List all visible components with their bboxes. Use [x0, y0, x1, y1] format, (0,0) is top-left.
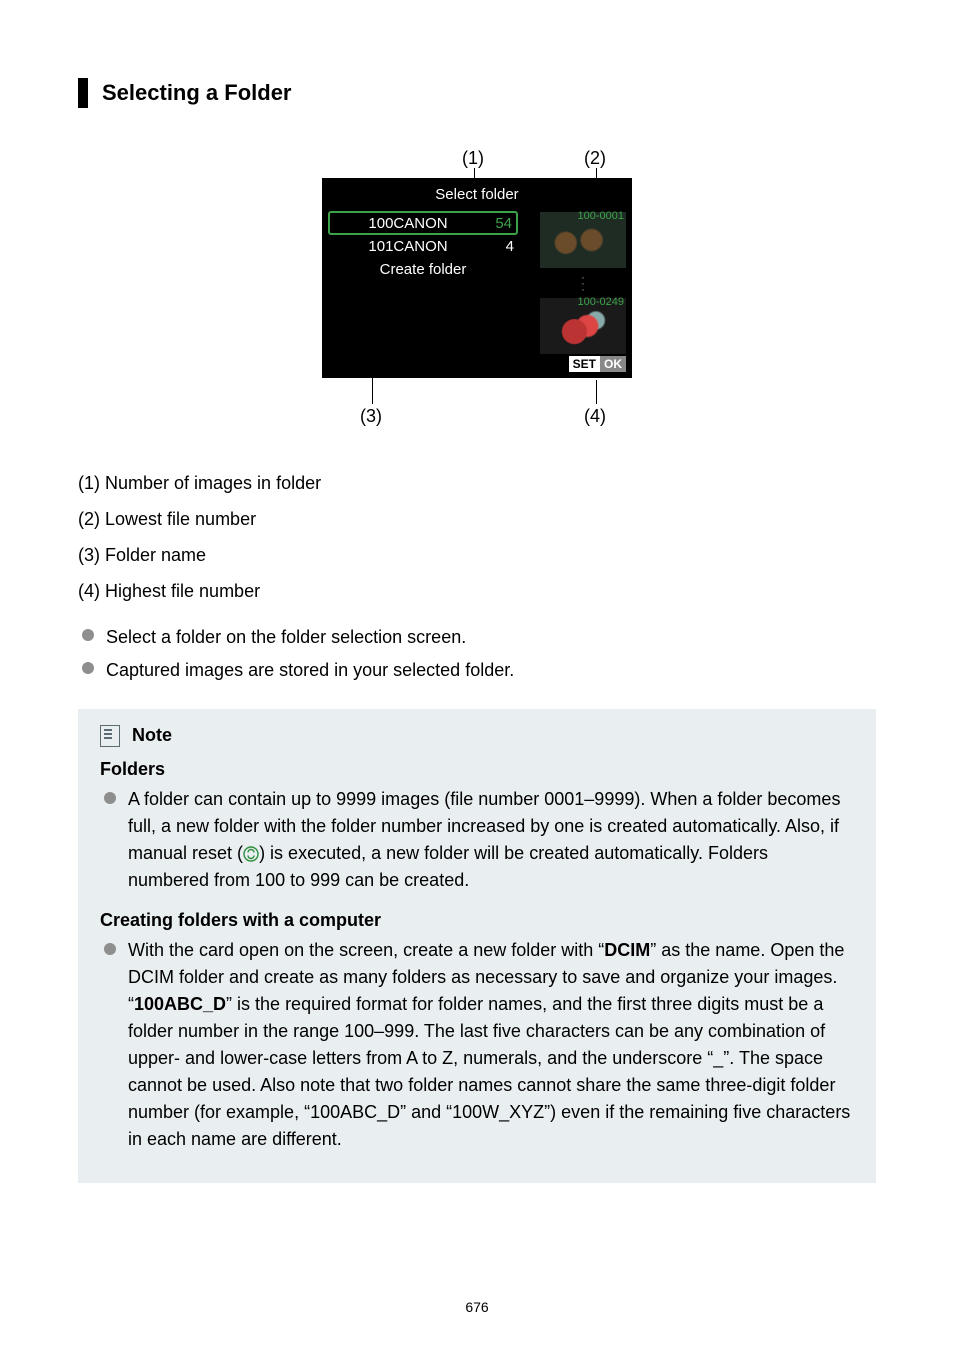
section-heading-bar: Selecting a Folder	[78, 78, 876, 108]
pointer-line-3	[372, 264, 373, 404]
pointer-line-4	[596, 380, 597, 404]
thumbnail-separator: ···	[540, 274, 626, 292]
note-folders-paragraph: A folder can contain up to 9999 images (…	[128, 786, 854, 894]
note-title: Note	[132, 725, 172, 746]
note-creating-paragraph: With the card open on the screen, create…	[128, 937, 854, 1153]
text-fragment: ” is the required format for folder name…	[128, 994, 850, 1149]
pointer-label-2: (2)	[584, 148, 606, 169]
folder-count: 4	[484, 238, 514, 255]
pointer-label-4: (4)	[584, 406, 606, 427]
note-subheading-folders: Folders	[100, 759, 854, 780]
folder-count: 54	[482, 215, 512, 232]
instruction-item: Captured images are stored in your selec…	[106, 656, 876, 685]
cross-reference-link[interactable]	[243, 843, 259, 863]
folder-name: 101CANON	[332, 238, 484, 255]
pointer-label-3: (3)	[360, 406, 382, 427]
thumbnail-high: 100-0249	[540, 298, 626, 354]
thumbnail-low: 100-0001	[540, 212, 626, 268]
note-subheading-creating: Creating folders with a computer	[100, 910, 854, 931]
set-label: SET	[569, 356, 600, 372]
instruction-item: Select a folder on the folder selection …	[106, 623, 876, 652]
figure-legend: (1) Number of images in folder (2) Lowes…	[78, 465, 876, 609]
section-heading: Selecting a Folder	[102, 80, 292, 106]
thumbnail-low-label: 100-0001	[578, 210, 625, 222]
link-icon	[243, 846, 259, 862]
heading-accent-stripe	[78, 78, 88, 108]
legend-item-4: (4) Highest file number	[78, 573, 876, 609]
camera-screen: Select folder 100CANON 54 101CANON 4 Cre…	[322, 178, 632, 378]
thumbnail-high-label: 100-0249	[578, 296, 625, 308]
legend-item-2: (2) Lowest file number	[78, 501, 876, 537]
pointer-label-1: (1)	[462, 148, 484, 169]
ok-label: OK	[600, 356, 626, 372]
camera-screen-title: Select folder	[328, 184, 626, 211]
text-fragment: With the card open on the screen, create…	[128, 940, 604, 960]
folder-row: 101CANON 4	[328, 235, 518, 258]
note-icon	[100, 725, 120, 747]
folder-row-selected: 100CANON 54	[328, 211, 518, 235]
create-folder-label: Create folder	[332, 261, 514, 278]
create-folder-row: Create folder	[328, 258, 518, 281]
camera-screenshot-figure: (1) (2) Select folder 100CANON 54 101CAN…	[312, 148, 642, 438]
set-ok-indicator: SET OK	[569, 356, 626, 372]
legend-item-3: (3) Folder name	[78, 537, 876, 573]
page-number: 676	[0, 1299, 954, 1315]
bold-format: 100ABC_D	[134, 994, 226, 1014]
legend-item-1: (1) Number of images in folder	[78, 465, 876, 501]
instruction-list: Select a folder on the folder selection …	[78, 623, 876, 685]
note-box: Note Folders A folder can contain up to …	[78, 709, 876, 1183]
bold-dcim: DCIM	[604, 940, 650, 960]
folder-name: 100CANON	[334, 215, 482, 232]
